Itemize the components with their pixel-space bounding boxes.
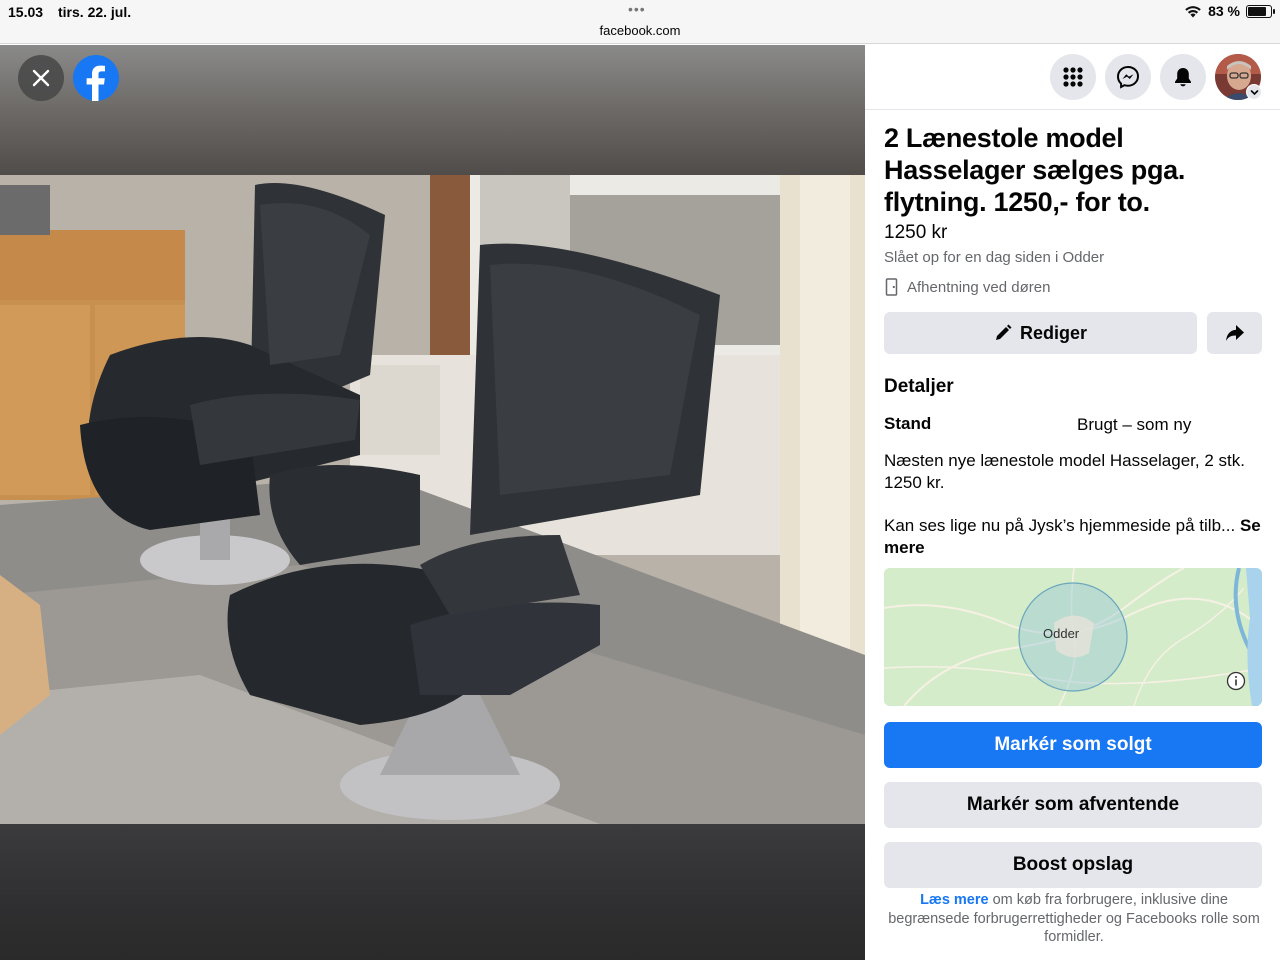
status-date: tirs. 22. jul. [58,4,132,20]
notifications-button[interactable] [1160,54,1206,100]
close-button[interactable] [18,55,64,101]
description-truncated: Kan ses lige nu på Jysk’s hjemmeside på … [884,516,1236,535]
messenger-button[interactable] [1105,54,1151,100]
mark-sold-button[interactable]: Markér som solgt [884,722,1262,768]
listing-title: 2 Lænestole model Hasselager sælges pga.… [884,123,1186,217]
edit-button[interactable]: Rediger [884,312,1197,354]
account-menu-chevron[interactable] [1246,84,1262,100]
bell-icon [1175,68,1191,87]
battery-percent: 83 % [1208,3,1240,19]
mark-pending-button[interactable]: Markér som afventende [884,782,1262,828]
menu-button[interactable] [1050,54,1096,100]
listing-panel: 2 Lænestole model Hasselager sælges pga.… [865,45,1280,960]
details-heading: Detaljer [884,376,954,397]
battery-icon [1246,4,1275,18]
listing-photo[interactable] [0,175,865,824]
close-icon [32,69,50,87]
share-button[interactable] [1207,312,1262,354]
menu-grid-icon [1063,67,1083,87]
status-right: 83 % [1184,3,1275,19]
status-time: 15.03 [8,4,44,20]
blurred-backdrop-bottom [0,824,865,960]
condition-value: Brugt – som ny [1077,415,1192,434]
wifi-icon [1185,6,1201,18]
panel-header [865,45,1280,110]
photo-viewer [0,45,865,960]
chevron-down-icon [1250,89,1258,95]
door-icon [885,278,898,296]
messenger-icon [1116,65,1140,89]
blurred-backdrop-top [0,45,865,175]
edit-label: Rediger [1019,322,1088,343]
url-label[interactable]: facebook.com [0,23,1280,38]
share-icon [1225,325,1244,341]
info-icon[interactable] [1226,671,1246,691]
mark-sold-label: Markér som solgt [994,734,1152,755]
pickup-info: Afhentning ved døren [884,278,1050,296]
description-text: Næsten nye lænestole model Hasselager, 2… [884,451,1245,492]
battery-level [1248,6,1267,16]
mark-pending-label: Markér som afventende [966,794,1180,815]
read-more-link[interactable]: Læs mere [920,892,989,908]
multitasking-dots[interactable]: ••• [628,1,646,17]
description-text-2: Kan ses lige nu på Jysk’s hjemmeside på … [884,515,1264,559]
boost-label: Boost opslag [1012,854,1134,875]
boost-button[interactable]: Boost opslag [884,842,1262,888]
status-bar: 15.03 tirs. 22. jul. ••• facebook.com 83… [0,0,1280,44]
listing-price: 1250 kr [884,222,948,243]
map-location-label: Odder [1043,626,1080,641]
pencil-icon [995,324,1012,340]
location-map[interactable]: Odder [884,568,1262,706]
pickup-label: Afhentning ved døren [907,278,1051,296]
condition-label: Stand [884,414,932,433]
consumer-info-note: Læs mere om køb fra forbrugere, inklusiv… [884,891,1264,947]
facebook-logo-icon[interactable] [73,55,119,101]
posted-info: Slået op for en dag siden i Odder [884,249,1105,266]
